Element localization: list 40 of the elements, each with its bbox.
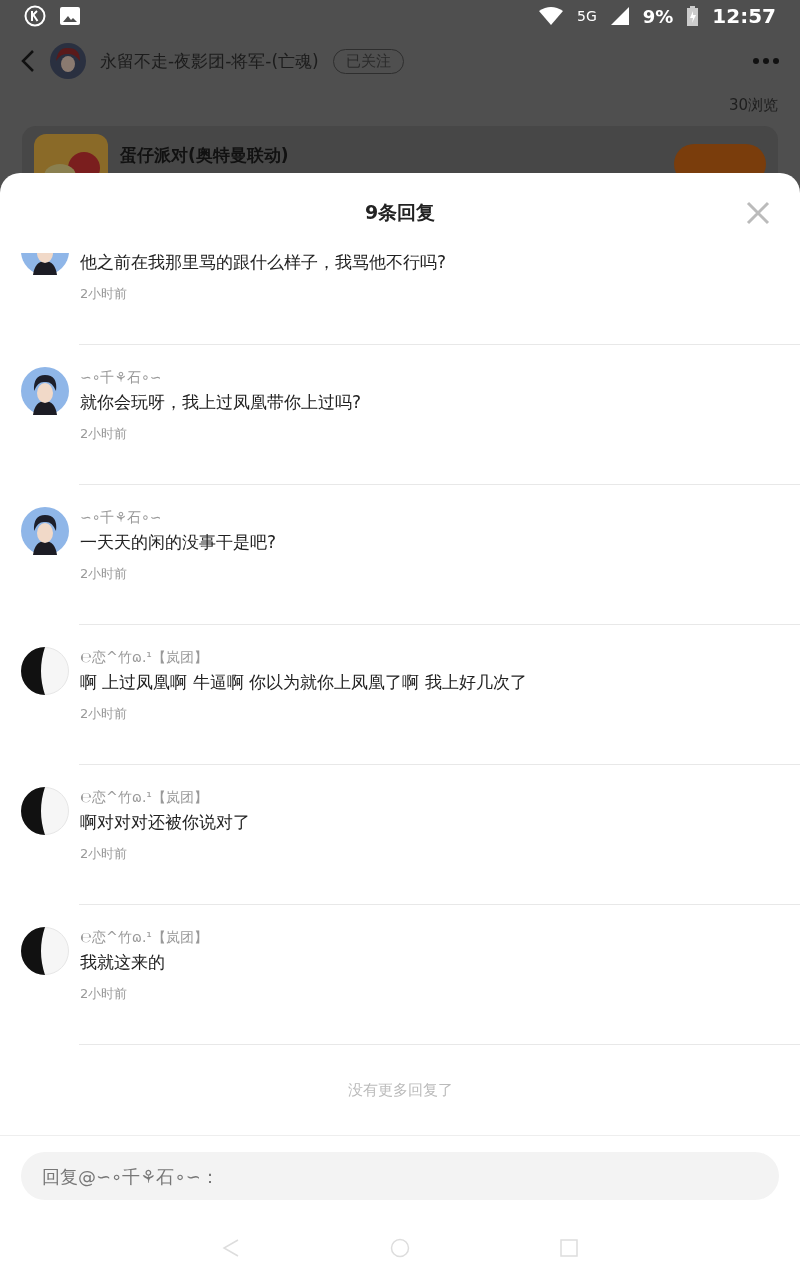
- signal-icon: [610, 7, 629, 25]
- sheet-title: 9条回复: [364, 200, 436, 225]
- reply-time: 2小时前: [80, 285, 129, 303]
- avatar: [50, 43, 86, 79]
- avatar: [21, 787, 69, 835]
- more-icon[interactable]: [752, 57, 780, 65]
- back-icon[interactable]: [20, 49, 36, 73]
- clock: 12:57: [712, 4, 776, 28]
- reply-time: 2小时前: [80, 705, 129, 723]
- reply-field[interactable]: 回复@∽∘千⚘石∘∽：: [21, 1152, 779, 1200]
- reply-text: 就你会玩呀，我上过凤凰带你上过吗?: [80, 391, 363, 414]
- back-icon[interactable]: [222, 1238, 240, 1258]
- k-app-icon: [24, 5, 46, 27]
- image-icon: [60, 7, 80, 25]
- reply-time: 2小时前: [80, 845, 129, 863]
- wifi-icon: [539, 7, 563, 25]
- reply-text: 一天天的闲的没事干是吧?: [80, 531, 278, 554]
- user-name: ℮恋^竹ɷ.¹【岚团】: [80, 788, 209, 807]
- user-name: ℮恋^竹ɷ.¹【岚团】: [80, 648, 209, 667]
- reply-text: 他之前在我那里骂的跟什么样子，我骂他不行吗?: [80, 253, 448, 274]
- reply-time: 2小时前: [80, 425, 129, 443]
- close-icon[interactable]: [746, 201, 770, 225]
- recents-icon[interactable]: [560, 1239, 578, 1257]
- battery-icon: [687, 6, 699, 26]
- avatar: [21, 647, 69, 695]
- reply-text: 我就这来的: [80, 951, 166, 974]
- reply-time: 2小时前: [80, 565, 129, 583]
- user-name: ∽∘千⚘石∘∽: [80, 368, 163, 387]
- avatar: [21, 927, 69, 975]
- user-name: ∽∘千⚘石∘∽: [80, 508, 163, 527]
- user-name: ℮恋^竹ɷ.¹【岚团】: [80, 928, 209, 947]
- end-note: 没有更多回复了: [347, 1080, 453, 1100]
- reply-time: 2小时前: [80, 985, 129, 1003]
- reply-text: 啊对对对还被你说对了: [80, 811, 251, 834]
- home-icon[interactable]: [390, 1238, 410, 1258]
- battery-percent: 9%: [642, 5, 674, 27]
- avatar: [21, 367, 69, 415]
- avatar: [21, 507, 69, 555]
- network-label: 5G: [577, 8, 597, 24]
- reply-text: 啊 上过凤凰啊 牛逼啊 你以为就你上凤凰了啊 我上好几次了: [80, 671, 528, 694]
